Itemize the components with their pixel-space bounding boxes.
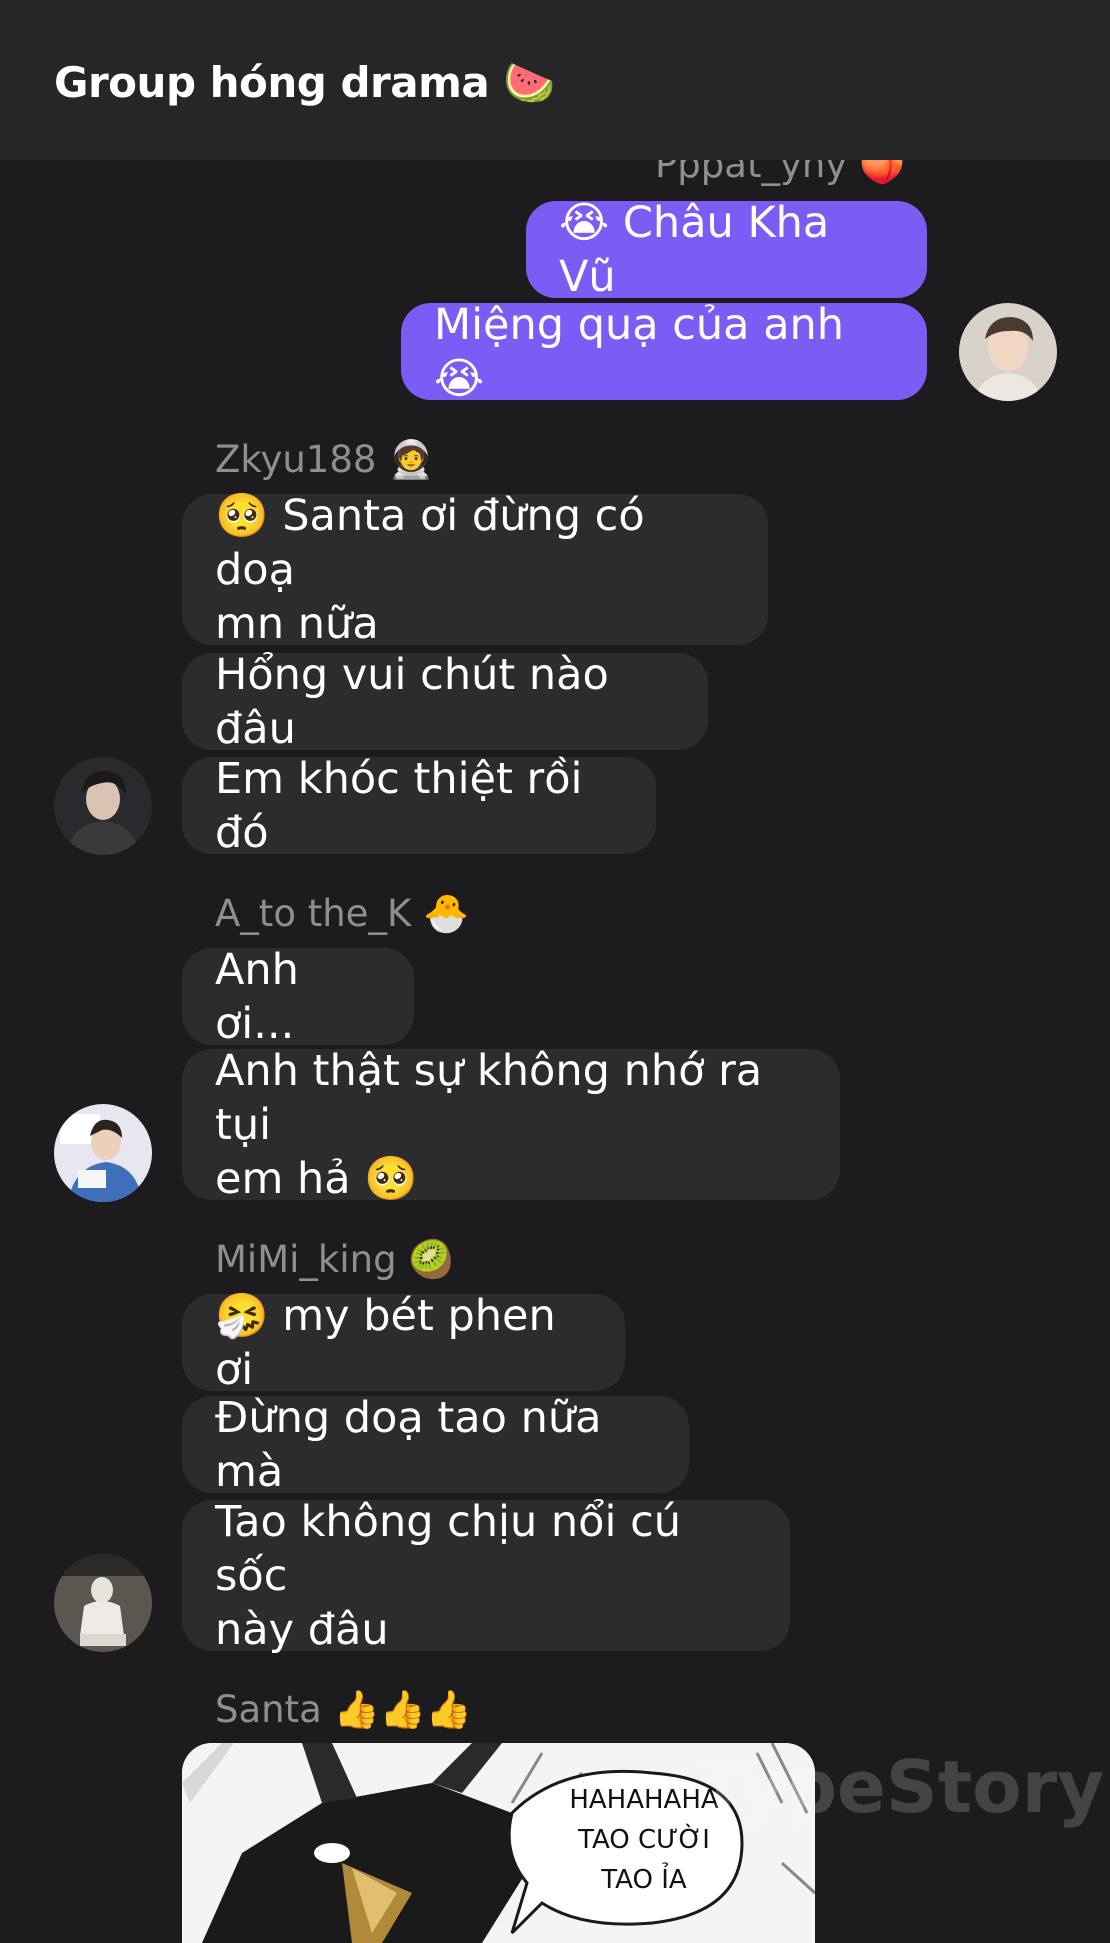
message-text: Miệng quạ của anh 😭 (434, 299, 845, 404)
message-bubble[interactable]: Tao không chịu nổi cú sốc này đâu (182, 1497, 790, 1655)
message-text: Em khóc thiệt rồi đó (215, 753, 583, 858)
message-bubble[interactable]: Hổng vui chút nào đâu (182, 650, 708, 754)
group-title[interactable]: Group hóng drama 🍉 (54, 58, 556, 108)
message-text: 🤧 my bét phen ơi (215, 1290, 556, 1395)
avatar[interactable] (54, 1104, 152, 1202)
sender-name: Zkyu188 🧑‍🚀 (215, 438, 435, 481)
message-bubble[interactable]: 😭 Châu Kha Vũ (526, 198, 927, 302)
message-bubble[interactable]: Anh ơi... (182, 945, 414, 1049)
chat-thread[interactable]: Pppat_yhy 🍑 😭 Châu Kha Vũ Miệng quạ của … (0, 0, 1110, 1943)
message-text: 😭 Châu Kha Vũ (559, 197, 830, 302)
message-text-line: Tao không chịu nổi cú sốc (215, 1496, 681, 1601)
sender-name: MiMi_king 🥝 (215, 1238, 455, 1281)
message-bubble[interactable]: 🥺 Santa ơi đừng có doạ mn nữa (182, 491, 768, 649)
avatar[interactable] (54, 757, 152, 855)
message-bubble[interactable]: Anh thật sự không nhớ ra tụi em hả 🥺 (182, 1046, 840, 1204)
message-text-line: 🥺 Santa ơi đừng có doạ (215, 490, 645, 595)
message-text-line: Anh thật sự không nhớ ra tụi (215, 1045, 763, 1150)
sender-name: Santa 👍👍👍 (215, 1688, 472, 1731)
message-text-line: mn nữa (215, 598, 379, 649)
image-caption-line: TAO CƯỜI (577, 1823, 710, 1855)
message-text: Đừng doạ tao nữa mà (215, 1392, 602, 1497)
image-caption-line: TAO ỈA (600, 1861, 687, 1895)
sender-name: A_to the_K 🐣 (215, 892, 470, 935)
avatar[interactable] (959, 303, 1057, 401)
message-bubble[interactable]: 🤧 my bét phen ơi (182, 1291, 625, 1395)
message-bubble[interactable]: Đừng doạ tao nữa mà (182, 1393, 689, 1497)
message-bubble[interactable]: Em khóc thiệt rồi đó (182, 754, 656, 858)
image-caption-line: HAHAHAHA (569, 1785, 719, 1815)
message-text: Anh ơi... (215, 944, 299, 1049)
message-text-line: em hả 🥺 (215, 1153, 418, 1204)
chat-header: Group hóng drama 🍉 (0, 0, 1110, 160)
message-text: Hổng vui chút nào đâu (215, 649, 609, 754)
message-bubble[interactable]: Miệng quạ của anh 😭 (401, 300, 927, 404)
watermark: TypeStory (698, 1745, 1105, 1829)
message-text-line: này đâu (215, 1604, 389, 1655)
avatar[interactable] (54, 1554, 152, 1652)
